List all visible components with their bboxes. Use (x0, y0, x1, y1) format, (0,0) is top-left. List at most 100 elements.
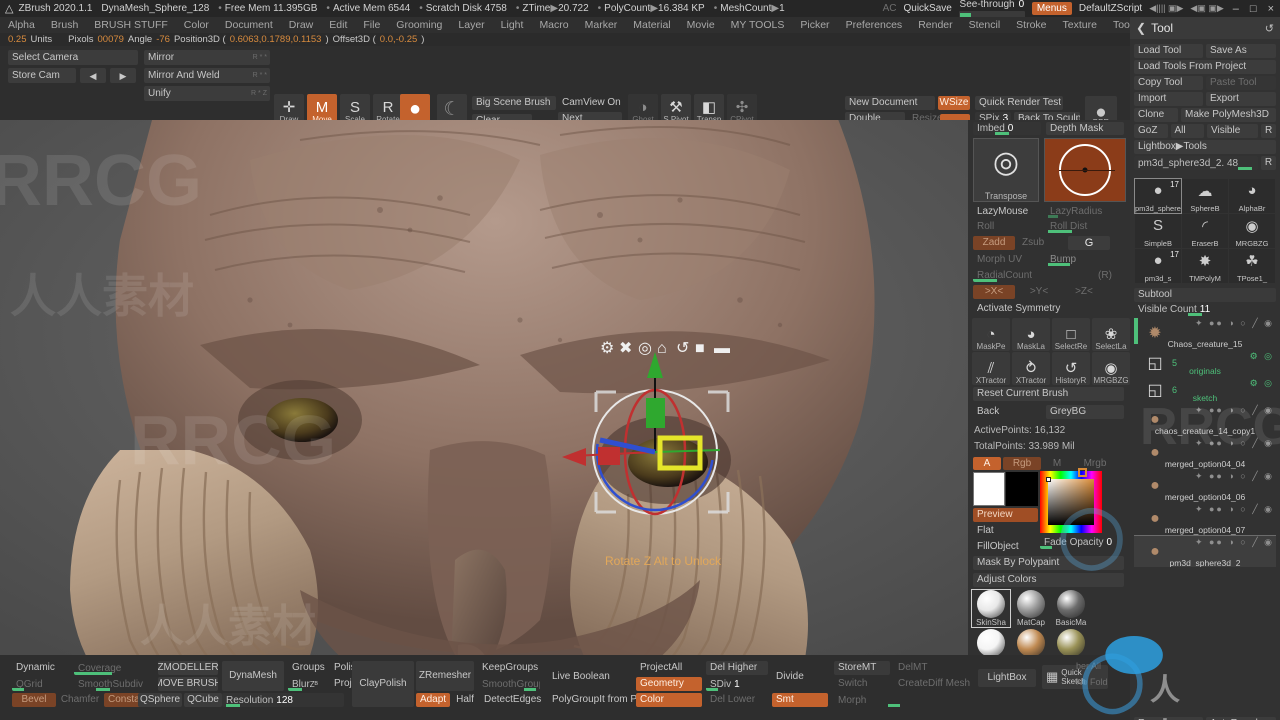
subtool-item[interactable]: ◱ 5 originals ⚙ ◎ (1134, 350, 1276, 376)
paste-tool-button[interactable]: Paste Tool (1206, 76, 1276, 90)
flat-button[interactable]: Flat (973, 524, 1038, 538)
subtool-visibility-icons[interactable]: ✦ ●● ◑ ○ ╱ ◉ (1195, 471, 1274, 482)
all-button[interactable]: All (1170, 124, 1204, 138)
zscript-label[interactable]: DefaultZScript (1079, 3, 1142, 14)
delmt-button[interactable]: DelMT (894, 661, 950, 675)
fillobject-button[interactable]: FillObject (973, 540, 1038, 554)
qsphere-button[interactable]: QSphere (138, 693, 182, 707)
alpha-circle-preview[interactable] (1044, 138, 1126, 202)
tool-thumbnail[interactable]: S SimpleB (1135, 214, 1181, 248)
move-brush-button[interactable]: MOVE BRUSH (158, 677, 218, 691)
channel-a-button[interactable]: A (973, 457, 1001, 470)
subtool-item[interactable]: ● merged_option04_06 ✦ ●● ◑ ○ ╱ ◉ (1134, 470, 1276, 502)
subtool-visibility-icons[interactable]: ⚙ ◎ (1250, 351, 1274, 362)
menu-item-draw[interactable]: Draw (281, 19, 322, 31)
menu-item-movie[interactable]: Movie (679, 19, 723, 31)
quicksave-button[interactable]: QuickSave (903, 3, 951, 14)
menus-button[interactable]: Menus (1031, 2, 1072, 15)
current-tool-r-button[interactable]: R (1261, 156, 1276, 170)
rgb-all-button[interactable]: ber All (1072, 659, 1120, 672)
camview-on-button[interactable]: CamView On (558, 96, 622, 110)
tool-thumbnail[interactable]: ✸ TMPolyM (1182, 249, 1228, 283)
creatediff-mesh-button[interactable]: CreateDiff Mesh (894, 677, 970, 691)
subtool-visibility-icons[interactable]: ✦ ●● ◑ ○ ╱ ◉ (1195, 405, 1274, 416)
menu-item-layer[interactable]: Layer (450, 19, 492, 31)
menu-item-macro[interactable]: Macro (531, 19, 576, 31)
subtool-item[interactable]: ● chaos_creature_14_copy1 ✦ ●● ◑ ○ ╱ ◉ (1134, 404, 1276, 436)
load-tools-from-project-button[interactable]: Load Tools From Project (1134, 60, 1276, 74)
resolution-slider[interactable]: Resolution 128 (222, 693, 344, 707)
zscript-nav-icons[interactable]: ◀|||| ▣▶ (1149, 3, 1183, 14)
half-button[interactable]: Half (452, 693, 478, 707)
subtool-visibility-icons[interactable]: ✦ ●● ◑ ○ ╱ ◉ (1195, 318, 1274, 329)
adapt-button[interactable]: Adapt (416, 693, 450, 707)
geometry-button[interactable]: Geometry (636, 677, 702, 691)
zremesher-button[interactable]: ZRemesher (416, 661, 474, 691)
activate-symmetry-button[interactable]: Activate Symmetry (973, 302, 1124, 316)
keepgroups-button[interactable]: KeepGroups (478, 661, 544, 675)
menu-item-document[interactable]: Document (217, 19, 281, 31)
gizmo-unlock-icon[interactable]: ✖ (619, 340, 632, 357)
close-button[interactable]: × (1266, 3, 1276, 15)
tool-thumbnail[interactable]: ● 17 pm3d_s (1135, 249, 1181, 283)
del-higher-button[interactable]: Del Higher (706, 661, 768, 675)
gizmo-pin-icon[interactable]: ◎ (638, 340, 652, 357)
gizmo-slider-icon[interactable]: ▬ (714, 340, 730, 357)
import-button[interactable]: Import (1134, 92, 1203, 106)
mask-maskla-button[interactable]: ◕ MaskLa (1012, 318, 1050, 351)
subtool-item[interactable]: ◱ 6 sketch ⚙ ◎ (1134, 377, 1276, 403)
copy-tool-button[interactable]: Copy Tool (1134, 76, 1203, 90)
menu-item-preferences[interactable]: Preferences (838, 19, 911, 31)
clone-button[interactable]: Clone (1134, 108, 1178, 122)
export-button[interactable]: Export (1206, 92, 1276, 106)
menu-item-color[interactable]: Color (176, 19, 217, 31)
secondary-color-swatch[interactable] (1006, 472, 1038, 506)
zadd-button[interactable]: Zadd (973, 236, 1015, 250)
preview-button[interactable]: Preview (973, 508, 1038, 522)
gizmo-lock-icon[interactable]: ■ (695, 340, 705, 357)
subtool-header[interactable]: Subtool (1134, 288, 1276, 302)
color-picker[interactable] (1040, 468, 1102, 533)
tool-thumbnail[interactable]: ☁ SphereB (1182, 179, 1228, 213)
extract-xtractor-button[interactable]: ⥁ XTractor (1012, 352, 1050, 385)
fade-opacity-slider[interactable]: Fade Opacity 0 (1040, 535, 1124, 549)
seethrough-control[interactable]: See-through 0 (958, 0, 1025, 19)
greybg-button[interactable]: GreyBG (1046, 405, 1124, 419)
tool-thumbnail[interactable]: ◜ EraserB (1182, 214, 1228, 248)
smoothsubdiv-slider[interactable]: SmoothSubdiv (74, 677, 152, 691)
tool-thumbnail[interactable]: ● 17 pm3d_sphere3d (1134, 178, 1182, 214)
wsize-button[interactable]: WSize (938, 96, 970, 110)
switch-button[interactable]: Switch (834, 677, 890, 691)
zsub-button[interactable]: Zsub (1018, 236, 1056, 250)
menu-item-alpha[interactable]: Alpha (0, 19, 43, 31)
lazyradius-slider[interactable]: LazyRadius (1046, 205, 1124, 218)
menu-item-stencil[interactable]: Stencil (961, 19, 1009, 31)
quick-render-test-button[interactable]: Quick Render Test (975, 96, 1063, 110)
subtool-list[interactable]: ✹ Chaos_creature_15 ✦ ●● ◑ ○ ╱ ◉ ◱ 5 original… (1134, 317, 1276, 567)
blur-slider[interactable]: Blur Zᴮ (288, 677, 330, 691)
mirror-button[interactable]: Mirror R * * (144, 50, 270, 65)
primary-color-swatch[interactable] (973, 472, 1005, 506)
select-camera-button[interactable]: Select Camera (8, 50, 138, 65)
symmetry-x-button[interactable]: >X< (973, 285, 1015, 299)
unify-button[interactable]: Unify R * Z (144, 86, 270, 101)
morph-uv-button[interactable]: Morph UV (973, 253, 1041, 266)
menu-item-brush[interactable]: Brush (43, 19, 86, 31)
radialcount-slider[interactable]: RadialCount (973, 269, 1081, 282)
imbed-slider[interactable]: Imbed 0 (973, 122, 1041, 135)
viewport-canvas[interactable]: ⚙✖◎⌂↺■▬ Rotate Z Alt to Unlock RRCG RRCG… (0, 120, 968, 655)
window-layout-icons[interactable]: ◀▣ ▣▶ (1190, 3, 1223, 14)
polygroupit-button[interactable]: PolyGroupIt from Paint (548, 693, 646, 707)
big-scene-brush-button[interactable]: Big Scene Brush (472, 96, 556, 110)
menu-item-render[interactable]: Render (910, 19, 960, 31)
live-boolean-button[interactable]: Live Boolean (548, 669, 622, 685)
creature-sculpt[interactable]: ⚙ ✖ ◎ ⌂ ↺ ■ ▬ Rotate Z Alt to Unlock (0, 120, 968, 655)
reset-current-brush-button[interactable]: Reset Current Brush (973, 387, 1124, 401)
channel-m-button[interactable]: M (1043, 457, 1071, 470)
gizmo-reset-icon[interactable]: ↺ (676, 340, 689, 357)
camera-next-button[interactable]: ▶ (110, 68, 136, 83)
menu-item-file[interactable]: File (355, 19, 388, 31)
current-tool-slider[interactable]: pm3d_sphere3d_2. 48 (1134, 156, 1258, 170)
qgrid-slider[interactable]: QGrid (12, 677, 72, 691)
tool-thumbnail[interactable]: ☘ TPose1_ (1229, 249, 1275, 283)
